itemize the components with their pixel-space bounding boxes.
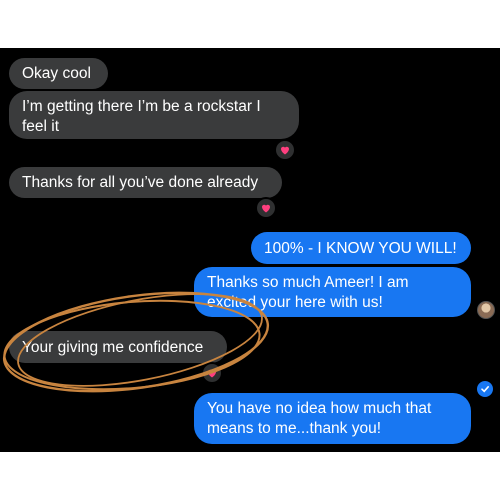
message-text: Thanks for all you’ve done already xyxy=(22,174,259,191)
reaction-badge[interactable] xyxy=(255,197,277,219)
heart-icon xyxy=(208,369,216,378)
message-outgoing[interactable]: 100% - I KNOW YOU WILL! xyxy=(251,232,471,264)
seen-avatar xyxy=(477,301,495,319)
message-text-line-2: means to me...thank you! xyxy=(207,420,382,437)
check-circle-icon xyxy=(481,386,489,393)
reaction-badge[interactable] xyxy=(274,139,296,161)
message-incoming[interactable]: I’m getting there I’m be a rockstar I fe… xyxy=(9,91,299,139)
message-incoming[interactable]: Your giving me confidence xyxy=(9,331,227,363)
message-incoming[interactable]: Okay cool xyxy=(9,58,108,89)
reaction-badge[interactable] xyxy=(201,362,223,384)
heart-icon xyxy=(262,204,270,213)
message-incoming[interactable]: Thanks for all you’ve done already xyxy=(9,167,282,198)
message-text-line-1: Thanks so much Ameer! I am xyxy=(207,274,409,291)
message-text-line-1: You have no idea how much that xyxy=(207,400,432,417)
message-text-line-1: I’m getting there I’m be a rockstar I xyxy=(22,98,261,115)
message-text-line-2: feel it xyxy=(22,118,60,135)
message-text-line-2: excited your here with us! xyxy=(207,294,383,311)
message-outgoing[interactable]: Thanks so much Ameer! I am excited your … xyxy=(194,267,471,317)
message-outgoing[interactable]: You have no idea how much that means to … xyxy=(194,393,471,444)
heart-icon xyxy=(281,146,289,155)
message-text: Your giving me confidence xyxy=(22,339,204,356)
message-text: Okay cool xyxy=(22,65,91,82)
message-text: 100% - I KNOW YOU WILL! xyxy=(264,240,457,257)
read-receipt xyxy=(477,381,493,397)
